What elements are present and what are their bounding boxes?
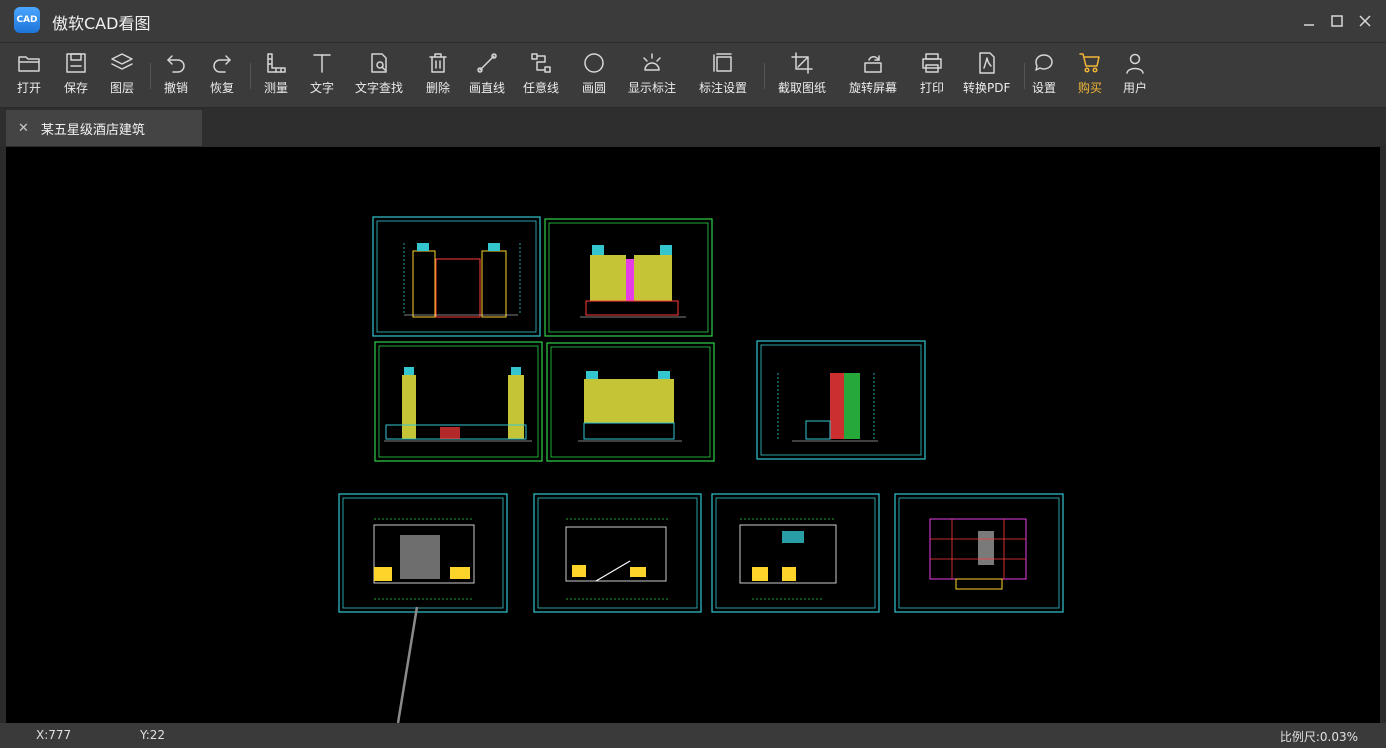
toolbar-separator bbox=[250, 63, 251, 89]
trash-icon bbox=[429, 53, 447, 73]
to-pdf-button[interactable]: 转换PDF bbox=[963, 51, 1010, 103]
line-icon bbox=[477, 53, 497, 73]
redo-icon bbox=[213, 55, 231, 73]
mark-settings-icon bbox=[713, 53, 732, 72]
tab-close-icon[interactable]: ✕ bbox=[18, 121, 29, 136]
chat-bubble-icon bbox=[1035, 54, 1053, 71]
layers-button[interactable]: 图层 bbox=[110, 51, 134, 103]
scale-readout: 比例尺:0.03% bbox=[1279, 730, 1358, 744]
free-line-label: 任意线 bbox=[523, 81, 560, 95]
polyline-icon bbox=[531, 53, 551, 73]
document-tab-bar: ✕ 某五星级酒店建筑 bbox=[0, 108, 1386, 146]
tab-label: 某五星级酒店建筑 bbox=[40, 122, 145, 138]
text-label: 文字 bbox=[310, 81, 335, 95]
redo-button[interactable]: 恢复 bbox=[210, 51, 234, 103]
capture-label: 截取图纸 bbox=[778, 81, 827, 95]
drawing-canvas[interactable] bbox=[6, 147, 1380, 723]
show-marks-label: 显示标注 bbox=[628, 81, 677, 95]
user-icon bbox=[1126, 53, 1144, 74]
lightbulb-icon bbox=[643, 53, 661, 71]
toolbar: 打开 保存 图层 撤销 恢复 测量 文字 文字查找 删除 画直线 任意线 画圆 … bbox=[0, 43, 1386, 108]
open-label: 打开 bbox=[17, 81, 42, 95]
delete-button[interactable]: 删除 bbox=[426, 51, 450, 103]
undo-icon bbox=[167, 55, 185, 73]
print-button[interactable]: 打印 bbox=[920, 51, 944, 103]
drawing-sheet-elevation-5[interactable] bbox=[756, 340, 926, 460]
undo-button[interactable]: 撤销 bbox=[164, 51, 188, 103]
cart-icon bbox=[1079, 53, 1100, 73]
crop-icon bbox=[791, 52, 813, 74]
app-title: 傲软CAD看图 bbox=[52, 14, 151, 33]
app-logo-icon: CAD bbox=[14, 7, 40, 33]
save-icon bbox=[66, 53, 86, 73]
show-marks-button[interactable]: 显示标注 bbox=[628, 51, 676, 103]
drawing-sheet-plan-4[interactable] bbox=[894, 493, 1064, 613]
layers-label: 图层 bbox=[110, 81, 135, 95]
minimize-button[interactable] bbox=[1298, 10, 1320, 32]
delete-label: 删除 bbox=[426, 81, 451, 95]
draw-line-label: 画直线 bbox=[469, 81, 506, 95]
rotate-label: 旋转屏幕 bbox=[849, 81, 898, 95]
text-button[interactable]: 文字 bbox=[310, 51, 334, 103]
document-tab[interactable]: ✕ 某五星级酒店建筑 bbox=[6, 110, 202, 146]
free-line-button[interactable]: 任意线 bbox=[523, 51, 559, 103]
to-pdf-label: 转换PDF bbox=[963, 81, 1011, 95]
close-icon bbox=[1359, 15, 1371, 27]
layers-icon bbox=[111, 53, 133, 70]
settings-button[interactable]: 设置 bbox=[1032, 51, 1056, 103]
capture-button[interactable]: 截取图纸 bbox=[778, 51, 826, 103]
drawing-sheet-elevation-2[interactable] bbox=[544, 218, 713, 337]
cad-drawing bbox=[338, 216, 1064, 723]
cursor-y-readout: Y:22 bbox=[140, 728, 166, 742]
drawing-sheet-elevation-3[interactable] bbox=[374, 341, 543, 462]
window-controls bbox=[1298, 10, 1376, 32]
save-label: 保存 bbox=[64, 81, 89, 95]
draw-circle-label: 画圆 bbox=[582, 81, 607, 95]
draw-circle-button[interactable]: 画圆 bbox=[582, 51, 606, 103]
drawing-sheet-elevation-1[interactable] bbox=[372, 216, 541, 337]
ruler-icon bbox=[267, 53, 286, 73]
undo-label: 撤销 bbox=[164, 81, 189, 95]
open-button[interactable]: 打开 bbox=[17, 51, 41, 103]
print-label: 打印 bbox=[920, 81, 945, 95]
save-button[interactable]: 保存 bbox=[64, 51, 88, 103]
toolbar-separator bbox=[1024, 63, 1025, 89]
toolbar-separator bbox=[150, 63, 151, 89]
stray-line bbox=[396, 606, 419, 723]
text-icon bbox=[313, 54, 331, 73]
redo-label: 恢复 bbox=[210, 81, 235, 95]
measure-button[interactable]: 测量 bbox=[264, 51, 288, 103]
user-button[interactable]: 用户 bbox=[1123, 51, 1147, 103]
drawing-sheet-plan-1[interactable] bbox=[338, 493, 508, 613]
title-bar: CAD 傲软CAD看图 bbox=[0, 0, 1386, 43]
text-find-label: 文字查找 bbox=[355, 81, 404, 95]
mark-settings-button[interactable]: 标注设置 bbox=[699, 51, 747, 103]
close-button[interactable] bbox=[1354, 10, 1376, 32]
user-label: 用户 bbox=[1123, 81, 1148, 95]
minimize-icon bbox=[1304, 24, 1314, 26]
buy-button[interactable]: 购买 bbox=[1078, 51, 1102, 103]
printer-icon bbox=[922, 53, 942, 73]
folder-open-icon bbox=[18, 56, 40, 72]
toolbar-separator bbox=[764, 63, 765, 89]
circle-icon bbox=[584, 53, 604, 73]
drawing-sheet-plan-2[interactable] bbox=[533, 493, 702, 613]
maximize-button[interactable] bbox=[1326, 10, 1348, 32]
drawing-sheet-elevation-4[interactable] bbox=[546, 342, 715, 462]
mark-settings-label: 标注设置 bbox=[699, 81, 748, 95]
status-bar: X:777 Y:22 比例尺:0.03% bbox=[0, 723, 1386, 748]
text-find-button[interactable]: 文字查找 bbox=[355, 51, 403, 103]
pdf-icon bbox=[978, 52, 995, 74]
rotate-icon bbox=[864, 55, 882, 73]
settings-label: 设置 bbox=[1032, 81, 1057, 95]
maximize-icon bbox=[1331, 15, 1343, 27]
rotate-button[interactable]: 旋转屏幕 bbox=[849, 51, 897, 103]
drawing-sheet-plan-3[interactable] bbox=[711, 493, 880, 613]
buy-label: 购买 bbox=[1078, 81, 1103, 95]
draw-line-button[interactable]: 画直线 bbox=[469, 51, 505, 103]
file-search-icon bbox=[371, 53, 387, 73]
cursor-x-readout: X:777 bbox=[36, 728, 72, 742]
measure-label: 测量 bbox=[264, 81, 289, 95]
